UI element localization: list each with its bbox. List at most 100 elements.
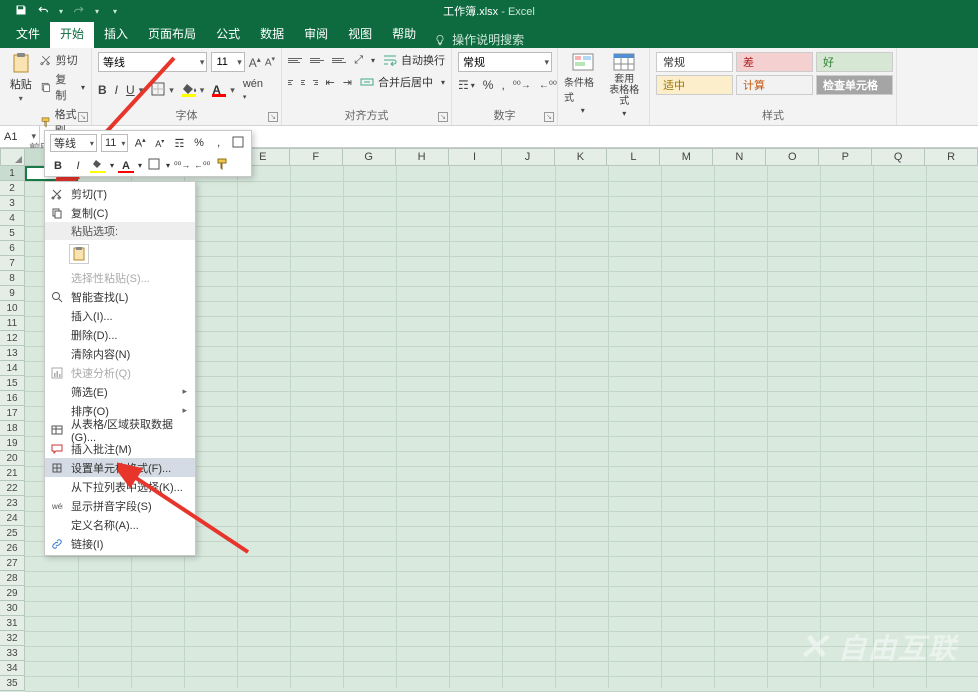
qat-customize-icon[interactable]: ▾ <box>113 7 117 16</box>
italic-button[interactable]: I <box>115 83 118 97</box>
column-header[interactable]: K <box>555 148 608 166</box>
mini-fill-color-button[interactable] <box>90 159 106 172</box>
mini-decrease-font-icon[interactable]: A▾ <box>152 138 168 149</box>
row-header[interactable]: 32 <box>0 631 25 646</box>
tab-file[interactable]: 文件 <box>6 20 50 48</box>
copy-button[interactable]: 复制▾ <box>40 71 85 103</box>
increase-decimal-icon[interactable]: ⁰⁰→ <box>513 80 531 91</box>
dialog-launcher-number[interactable]: ↘ <box>544 112 554 122</box>
align-right-icon[interactable] <box>313 76 318 88</box>
mini-comma-icon[interactable]: , <box>211 137 227 149</box>
mini-font-color-button[interactable]: A <box>118 160 134 172</box>
dialog-launcher-alignment[interactable]: ↘ <box>438 112 448 122</box>
row-header[interactable]: 15 <box>0 376 25 391</box>
tab-data[interactable]: 数据 <box>250 20 294 48</box>
row-header[interactable]: 10 <box>0 301 25 316</box>
ctx-get-data-from-table[interactable]: 从表格/区域获取数据(G)... <box>45 420 195 439</box>
align-left-icon[interactable] <box>288 76 293 88</box>
row-header[interactable]: 8 <box>0 271 25 286</box>
qat-dropdown2-icon[interactable]: ▾ <box>95 7 99 16</box>
align-bottom-icon[interactable] <box>332 54 346 66</box>
column-header[interactable]: L <box>607 148 660 166</box>
column-header[interactable]: I <box>449 148 502 166</box>
bold-button[interactable]: B <box>98 83 107 97</box>
tab-insert[interactable]: 插入 <box>94 20 138 48</box>
row-header[interactable]: 4 <box>0 211 25 226</box>
row-header[interactable]: 19 <box>0 436 25 451</box>
column-header[interactable]: Q <box>872 148 925 166</box>
comma-style-icon[interactable]: , <box>501 78 504 92</box>
column-header[interactable]: N <box>713 148 766 166</box>
row-header[interactable]: 27 <box>0 556 25 571</box>
tab-review[interactable]: 审阅 <box>294 20 338 48</box>
ctx-clear-contents[interactable]: 清除内容(N) <box>45 344 195 363</box>
row-header[interactable]: 9 <box>0 286 25 301</box>
increase-indent-icon[interactable]: ⇥ <box>343 76 352 89</box>
undo-icon[interactable] <box>37 4 49 19</box>
cut-button[interactable]: 剪切 <box>40 52 85 68</box>
row-header[interactable]: 30 <box>0 601 25 616</box>
ctx-delete[interactable]: 删除(D)... <box>45 325 195 344</box>
row-header[interactable]: 17 <box>0 406 25 421</box>
column-header[interactable]: G <box>343 148 396 166</box>
column-header[interactable]: O <box>766 148 819 166</box>
merge-center-button[interactable]: 合并后居中 <box>360 74 433 90</box>
row-header[interactable]: 33 <box>0 646 25 661</box>
mini-accounting-icon[interactable]: ☶ <box>172 137 188 150</box>
row-header[interactable]: 34 <box>0 661 25 676</box>
ctx-show-phonetic[interactable]: wén显示拼音字段(S) <box>45 496 195 515</box>
row-header[interactable]: 24 <box>0 511 25 526</box>
row-header[interactable]: 12 <box>0 331 25 346</box>
dialog-launcher-font[interactable]: ↘ <box>268 112 278 122</box>
ctx-pick-from-dropdown[interactable]: 从下拉列表中选择(K)... <box>45 477 195 496</box>
mini-font-size-combo[interactable]: 11▾ <box>101 134 128 152</box>
row-header[interactable]: 23 <box>0 496 25 511</box>
row-header[interactable]: 13 <box>0 346 25 361</box>
mini-bold-button[interactable]: B <box>50 160 66 172</box>
row-header[interactable]: 14 <box>0 361 25 376</box>
border-button[interactable] <box>151 82 165 99</box>
mini-italic-button[interactable]: I <box>70 160 86 172</box>
row-header[interactable]: 2 <box>0 181 25 196</box>
decrease-decimal-icon[interactable]: ←⁰⁰ <box>539 80 557 91</box>
row-header[interactable]: 35 <box>0 676 25 691</box>
tab-view[interactable]: 视图 <box>338 20 382 48</box>
style-normal[interactable]: 常规 <box>656 52 733 72</box>
tell-me-search[interactable]: 操作说明搜索 <box>434 31 524 48</box>
row-header[interactable]: 20 <box>0 451 25 466</box>
ctx-link[interactable]: 链接(I) <box>45 534 195 553</box>
select-all-button[interactable] <box>0 148 25 166</box>
row-header[interactable]: 11 <box>0 316 25 331</box>
mini-border-dd-icon[interactable] <box>146 158 162 173</box>
column-header[interactable]: M <box>660 148 713 166</box>
ctx-insert[interactable]: 插入(I)... <box>45 306 195 325</box>
ctx-define-name[interactable]: 定义名称(A)... <box>45 515 195 534</box>
mini-dec-decimal-icon[interactable]: ←⁰⁰ <box>194 160 210 171</box>
decrease-font-icon[interactable]: A▾ <box>265 55 275 68</box>
percent-style-icon[interactable]: % <box>483 78 494 92</box>
column-header[interactable]: F <box>290 148 343 166</box>
align-center-icon[interactable] <box>301 76 306 88</box>
style-check[interactable]: 检查单元格 <box>816 75 893 95</box>
conditional-formatting-button[interactable]: 条件格式▾ <box>564 52 602 118</box>
ctx-format-cells[interactable]: 设置单元格格式(F)... <box>45 458 195 477</box>
ctx-insert-comment[interactable]: 插入批注(M) <box>45 439 195 458</box>
paste-button[interactable]: 粘贴 ▾ <box>6 52 36 138</box>
save-icon[interactable] <box>15 4 27 19</box>
row-header[interactable]: 22 <box>0 481 25 496</box>
phonetic-button[interactable]: wén▾ <box>243 78 263 102</box>
row-header[interactable]: 7 <box>0 256 25 271</box>
style-neutral[interactable]: 适中 <box>656 75 733 95</box>
tab-help[interactable]: 帮助 <box>382 20 426 48</box>
row-header[interactable]: 29 <box>0 586 25 601</box>
increase-font-icon[interactable]: A▴ <box>249 55 261 70</box>
mini-inc-decimal-icon[interactable]: ⁰⁰→ <box>174 160 190 171</box>
fill-color-button[interactable] <box>182 83 196 97</box>
dialog-launcher-clipboard[interactable]: ↘ <box>78 112 88 122</box>
column-header[interactable]: R <box>925 148 978 166</box>
font-color-button[interactable]: A <box>212 83 226 97</box>
mini-font-name-combo[interactable]: 等线▾ <box>50 134 97 152</box>
tab-formulas[interactable]: 公式 <box>206 20 250 48</box>
row-header[interactable]: 28 <box>0 571 25 586</box>
column-header[interactable]: H <box>396 148 449 166</box>
